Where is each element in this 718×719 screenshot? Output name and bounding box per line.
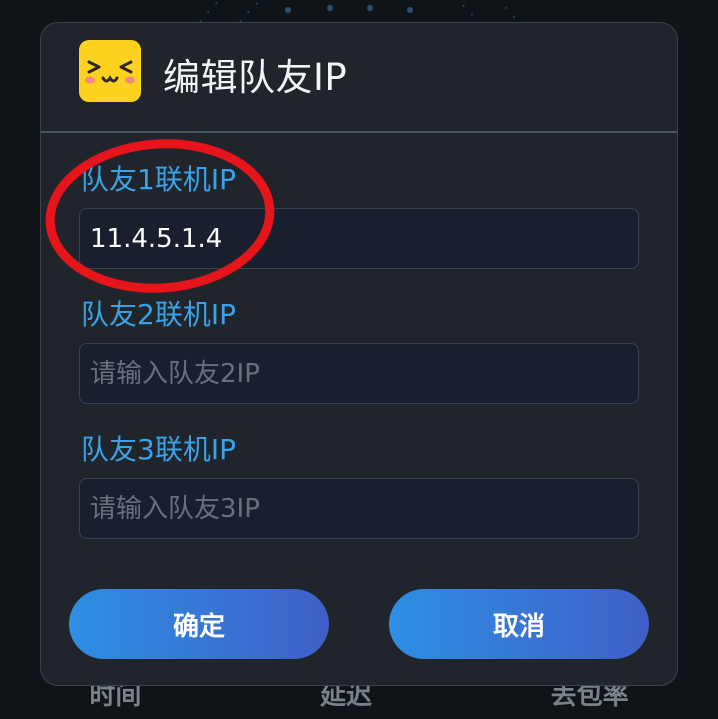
dialog-title: 编辑队友IP <box>163 56 348 99</box>
confirm-button[interactable]: 确定 <box>69 589 329 659</box>
teammate3-ip-label: 队友3联机IP <box>81 433 236 466</box>
teammate2-ip-label: 队友2联机IP <box>81 298 236 331</box>
screen: 时间 延迟 丢包率 编辑队友IP 队友1联机IP 队友2联机IP 队友3联机IP… <box>0 0 718 719</box>
cancel-button[interactable]: 取消 <box>389 589 649 659</box>
teammate1-ip-label: 队友1联机IP <box>81 163 236 196</box>
teammate1-ip-input[interactable] <box>79 208 639 269</box>
smiley-face-icon <box>79 40 141 102</box>
teammate2-ip-input[interactable] <box>79 343 639 404</box>
dialog-header: 编辑队友IP <box>41 23 677 133</box>
edit-teammate-ip-dialog: 编辑队友IP 队友1联机IP 队友2联机IP 队友3联机IP 确定 取消 <box>40 22 678 686</box>
teammate3-ip-input[interactable] <box>79 478 639 539</box>
